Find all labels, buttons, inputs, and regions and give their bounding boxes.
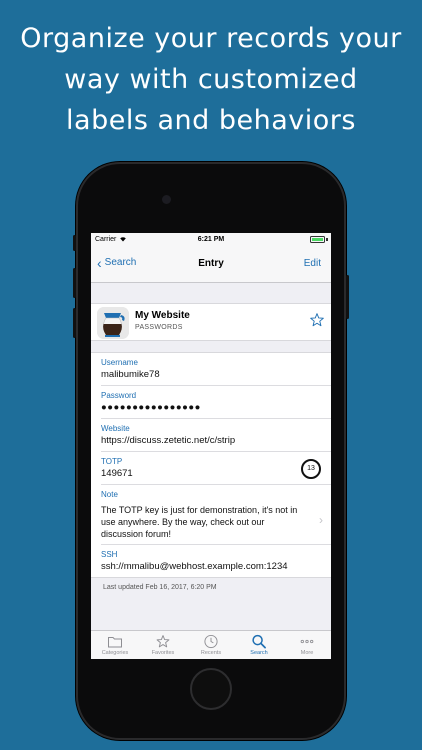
headline-line-2: way with customized bbox=[64, 64, 358, 95]
last-updated: Last updated Feb 16, 2017, 6:20 PM bbox=[103, 584, 217, 591]
field-value: The TOTP key is just for demonstration, … bbox=[101, 505, 298, 539]
field-label: Website bbox=[101, 424, 130, 433]
home-button[interactable] bbox=[190, 668, 232, 710]
totp-timer-icon: 13 bbox=[301, 459, 321, 479]
tab-label: Search bbox=[250, 650, 268, 656]
entry-content: My Website PASSWORDS Username malibumike… bbox=[91, 303, 331, 591]
field-totp[interactable]: TOTP 149671 13 bbox=[101, 452, 331, 485]
search-icon bbox=[252, 634, 266, 649]
entry-category: PASSWORDS bbox=[135, 324, 183, 331]
field-value: ssh://mmalibu@webhost.example.com:1234 bbox=[101, 561, 288, 572]
tab-label: Favorites bbox=[151, 650, 175, 656]
battery-icon bbox=[310, 236, 325, 243]
field-note[interactable]: Note The TOTP key is just for demonstrat… bbox=[101, 485, 331, 545]
app-screen: Carrier 6:21 PM ‹ Search Entry Edit My W… bbox=[91, 233, 331, 659]
tab-label: More bbox=[300, 650, 314, 656]
field-password[interactable]: Password ●●●●●●●●●●●●●●●● bbox=[101, 386, 331, 419]
camera-icon bbox=[162, 195, 171, 204]
coffee-pot-icon bbox=[97, 307, 129, 339]
tab-search[interactable]: Search bbox=[235, 631, 283, 659]
field-label: TOTP bbox=[101, 457, 123, 466]
field-website[interactable]: Website https://discuss.zetetic.net/c/st… bbox=[101, 419, 331, 452]
field-value: 149671 bbox=[101, 468, 133, 479]
tab-recents[interactable]: Recents bbox=[187, 631, 235, 659]
folder-icon bbox=[108, 637, 122, 648]
more-icon bbox=[300, 639, 314, 644]
status-bar: Carrier 6:21 PM bbox=[91, 233, 331, 246]
field-username[interactable]: Username malibumike78 bbox=[101, 353, 331, 386]
phone-volume-up bbox=[73, 268, 76, 298]
field-label: Password bbox=[101, 391, 137, 400]
favorite-star-icon[interactable] bbox=[309, 312, 325, 328]
fields-list: Username malibumike78 Password ●●●●●●●●●… bbox=[91, 352, 331, 578]
field-label: SSH bbox=[101, 550, 118, 559]
headline-line-1: Organize your records your bbox=[20, 23, 402, 54]
edit-button[interactable]: Edit bbox=[304, 258, 321, 269]
star-icon bbox=[156, 635, 170, 648]
tab-more[interactable]: More bbox=[283, 631, 331, 659]
field-value: malibumike78 bbox=[101, 369, 160, 380]
field-label: Note bbox=[101, 490, 118, 499]
nav-bar: ‹ Search Entry Edit bbox=[91, 246, 331, 283]
headline: Organize your records your way with cust… bbox=[0, 18, 422, 141]
field-value: ●●●●●●●●●●●●●●●● bbox=[101, 402, 201, 413]
field-label: Username bbox=[101, 358, 138, 367]
tab-label: Recents bbox=[200, 650, 222, 656]
tab-categories[interactable]: Categories bbox=[91, 631, 139, 659]
chevron-right-icon: › bbox=[319, 513, 323, 527]
status-time: 6:21 PM bbox=[197, 236, 225, 243]
phone-power-button bbox=[346, 275, 349, 319]
field-ssh[interactable]: SSH ssh://mmalibu@webhost.example.com:12… bbox=[101, 545, 331, 577]
field-value: https://discuss.zetetic.net/c/strip bbox=[101, 435, 236, 446]
headline-line-3: labels and behaviors bbox=[66, 105, 356, 136]
entry-title: My Website bbox=[135, 310, 190, 321]
clock-icon bbox=[204, 634, 218, 649]
page-title: Entry bbox=[198, 258, 224, 269]
tab-bar: Categories Favorites Recents Search More bbox=[91, 630, 331, 659]
tab-favorites[interactable]: Favorites bbox=[139, 631, 187, 659]
tab-label: Categories bbox=[101, 650, 129, 656]
battery-tip bbox=[326, 238, 328, 241]
entry-header: My Website PASSWORDS bbox=[91, 303, 331, 341]
phone-volume-down bbox=[73, 308, 76, 338]
phone-mute-switch bbox=[73, 235, 76, 251]
